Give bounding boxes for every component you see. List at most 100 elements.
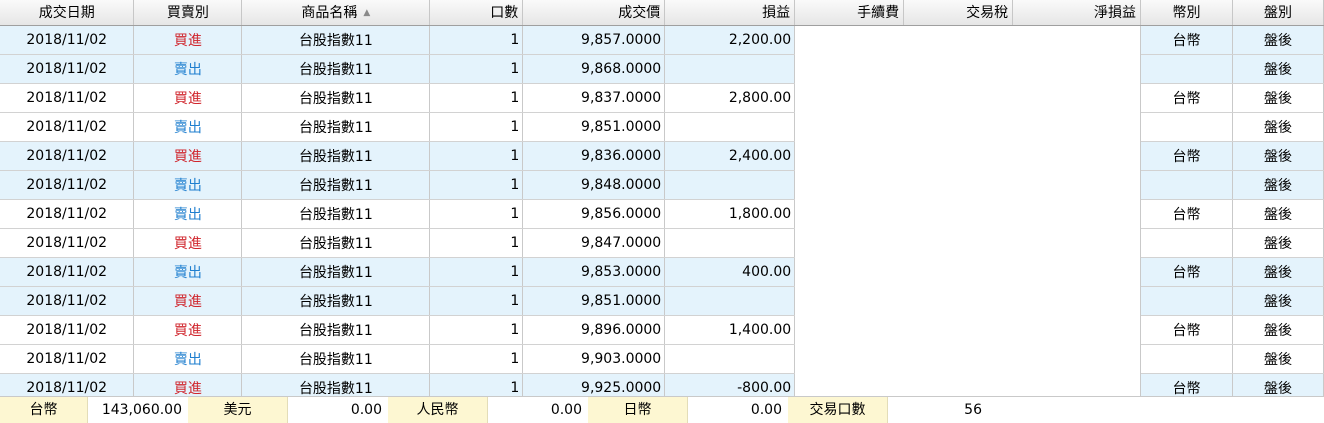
cell-tax (903, 54, 1013, 83)
cell-tax (903, 199, 1013, 228)
trade-history-grid: 成交日期 買賣別 商品名稱 ▲ 口數 成交價 損益 手續費 交易稅 淨損益 幣別 … (0, 0, 1324, 396)
cell-price: 9,847.0000 (522, 228, 666, 258)
cell-net (1012, 199, 1142, 228)
cell-side: 賣出 (133, 344, 243, 374)
cell-session: 盤後 (1232, 228, 1324, 258)
table-row[interactable]: 2018/11/02 賣出 台股指數11 1 9,868.0000 盤後 (0, 54, 1324, 84)
table-row[interactable]: 2018/11/02 賣出 台股指數11 1 9,848.0000 盤後 (0, 170, 1324, 200)
cell-pnl (664, 286, 796, 316)
cell-date: 2018/11/02 (0, 344, 135, 374)
cell-product: 台股指數11 (241, 344, 431, 374)
cell-session: 盤後 (1232, 315, 1324, 345)
cell-qty: 1 (429, 112, 524, 142)
table-row[interactable]: 2018/11/02 買進 台股指數11 1 9,896.0000 1,400.00 台幣盤… (0, 315, 1324, 345)
cell-date: 2018/11/02 (0, 141, 135, 171)
cell-session: 盤後 (1232, 373, 1324, 396)
cell-pnl: 1,400.00 (664, 315, 796, 345)
column-header-currency[interactable]: 幣別 (1140, 0, 1233, 26)
cell-session: 盤後 (1232, 170, 1324, 200)
cell-currency (1140, 112, 1233, 142)
cell-tax (903, 83, 1013, 112)
column-header-fee[interactable]: 手續費 (794, 0, 905, 26)
cell-currency (1140, 286, 1233, 316)
cell-pnl (664, 54, 796, 84)
cell-qty: 1 (429, 25, 524, 55)
cell-product: 台股指數11 (241, 257, 431, 287)
cell-pnl (664, 170, 796, 200)
cell-price: 9,848.0000 (522, 170, 666, 200)
cell-qty: 1 (429, 228, 524, 258)
cell-pnl: 2,800.00 (664, 83, 796, 113)
summary-bar: 台幣 143,060.00 美元 0.00 人民幣 0.00 日幣 0.00 交… (0, 396, 1324, 423)
cell-side: 買進 (133, 83, 243, 113)
cell-fee (794, 170, 904, 199)
cell-fee (794, 344, 904, 373)
cell-price: 9,925.0000 (522, 373, 666, 396)
cell-fee (794, 373, 904, 396)
cell-product: 台股指數11 (241, 54, 431, 84)
cell-session: 盤後 (1232, 141, 1324, 171)
cell-currency (1140, 54, 1233, 84)
cell-side: 買進 (133, 373, 243, 396)
cell-qty: 1 (429, 54, 524, 84)
cell-net (1012, 373, 1142, 396)
table-row[interactable]: 2018/11/02 買進 台股指數11 1 9,847.0000 盤後 (0, 228, 1324, 258)
table-row[interactable]: 2018/11/02 賣出 台股指數11 1 9,856.0000 1,800.00 台幣盤… (0, 199, 1324, 229)
cell-qty: 1 (429, 257, 524, 287)
cell-net (1012, 141, 1142, 170)
cell-product: 台股指數11 (241, 112, 431, 142)
cell-tax (903, 315, 1013, 344)
cell-currency: 台幣 (1140, 83, 1233, 113)
cell-price: 9,903.0000 (522, 344, 666, 374)
cell-session: 盤後 (1232, 112, 1324, 142)
cell-session: 盤後 (1232, 199, 1324, 229)
table-row[interactable]: 2018/11/02 賣出 台股指數11 1 9,851.0000 盤後 (0, 112, 1324, 142)
summary-jpy-value: 0.00 (750, 402, 782, 418)
table-row[interactable]: 2018/11/02 買進 台股指數11 1 9,857.0000 2,200.00 台幣盤… (0, 25, 1324, 55)
cell-net (1012, 286, 1142, 315)
cell-product: 台股指數11 (241, 170, 431, 200)
summary-lots-value: 56 (964, 402, 982, 418)
cell-tax (903, 344, 1013, 373)
column-header-product[interactable]: 商品名稱 ▲ (241, 0, 431, 26)
cell-side: 買進 (133, 25, 243, 55)
summary-jpy-label: 日幣 (588, 397, 688, 423)
cell-price: 9,868.0000 (522, 54, 666, 84)
table-row[interactable]: 2018/11/02 賣出 台股指數11 1 9,903.0000 盤後 (0, 344, 1324, 374)
cell-price: 9,851.0000 (522, 286, 666, 316)
cell-date: 2018/11/02 (0, 315, 135, 345)
column-header-tax[interactable]: 交易稅 (903, 0, 1014, 26)
cell-net (1012, 170, 1142, 199)
cell-qty: 1 (429, 344, 524, 374)
table-row[interactable]: 2018/11/02 賣出 台股指數11 1 9,853.0000 400.00 台幣 盤後 (0, 257, 1324, 287)
cell-net (1012, 228, 1142, 257)
cell-tax (903, 228, 1013, 257)
cell-price: 9,856.0000 (522, 199, 666, 229)
column-header-side[interactable]: 買賣別 (133, 0, 243, 26)
column-header-qty[interactable]: 口數 (429, 0, 524, 26)
cell-product: 台股指數11 (241, 199, 431, 229)
table-row[interactable]: 2018/11/02 買進 台股指數11 1 9,925.0000 -800.00 台幣 盤後 (0, 373, 1324, 396)
cell-product: 台股指數11 (241, 373, 431, 396)
cell-side: 賣出 (133, 199, 243, 229)
table-row[interactable]: 2018/11/02 買進 台股指數11 1 9,836.0000 2,400.00 台幣盤… (0, 141, 1324, 171)
summary-usd-value: 0.00 (350, 402, 382, 418)
column-header-date[interactable]: 成交日期 (0, 0, 135, 26)
cell-side: 賣出 (133, 257, 243, 287)
column-header-price[interactable]: 成交價 (522, 0, 666, 26)
cell-tax (903, 112, 1013, 141)
column-header-pnl[interactable]: 損益 (664, 0, 796, 26)
column-header-net[interactable]: 淨損益 (1012, 0, 1142, 26)
cell-net (1012, 257, 1142, 286)
cell-date: 2018/11/02 (0, 170, 135, 200)
table-row[interactable]: 2018/11/02 買進 台股指數11 1 9,837.0000 2,800.00 台幣盤… (0, 83, 1324, 113)
cell-fee (794, 199, 904, 228)
column-header-session[interactable]: 盤別 (1232, 0, 1324, 26)
cell-tax (903, 141, 1013, 170)
table-row[interactable]: 2018/11/02 買進 台股指數11 1 9,851.0000 盤後 (0, 286, 1324, 316)
cell-currency: 台幣 (1140, 199, 1233, 229)
cell-side: 賣出 (133, 54, 243, 84)
cell-product: 台股指數11 (241, 228, 431, 258)
cell-date: 2018/11/02 (0, 54, 135, 84)
cell-currency: 台幣 (1140, 141, 1233, 171)
